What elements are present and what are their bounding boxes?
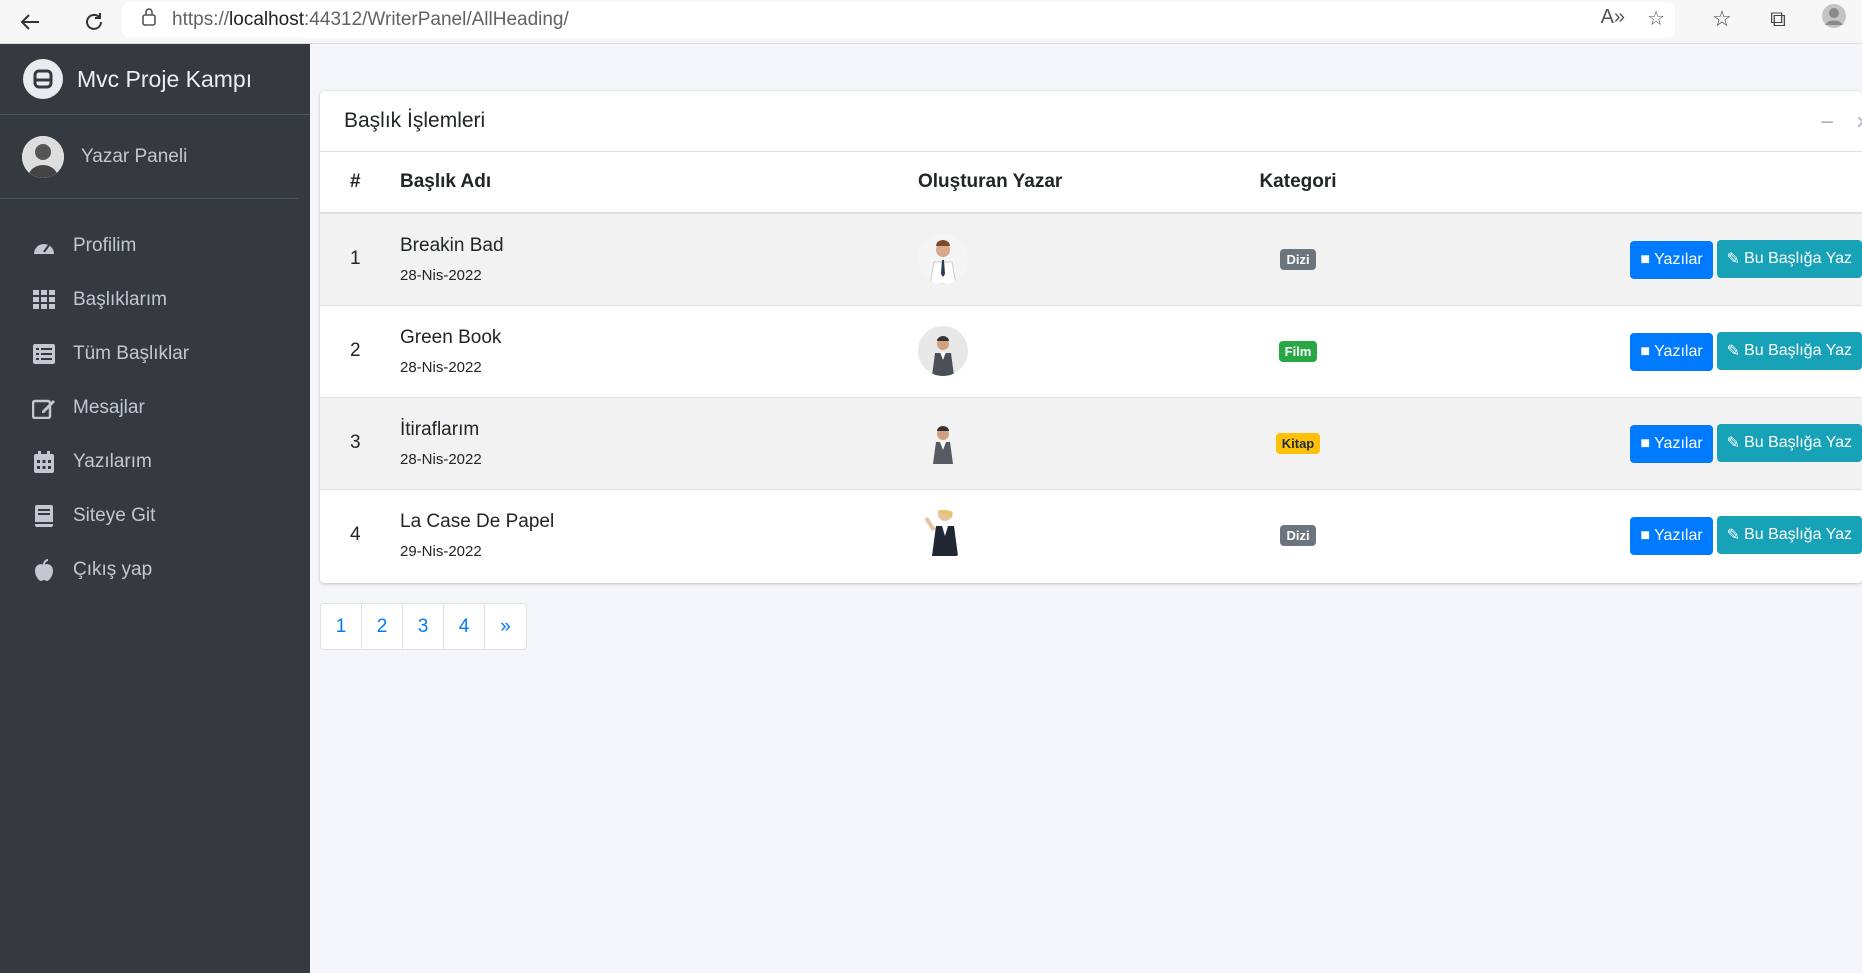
- heading-date: 28-Nis-2022: [400, 358, 482, 376]
- posts-button[interactable]: ■ Yazılar: [1630, 516, 1713, 555]
- calendar-icon: [31, 450, 57, 474]
- folder-icon: ■: [1640, 342, 1651, 360]
- pencil-icon: ✎: [1726, 342, 1741, 360]
- sidebar-item-label: Siteye Git: [73, 505, 156, 526]
- add-favorite-icon[interactable]: ☆: [1647, 6, 1665, 31]
- sidebar-item-basliklarim[interactable]: Başlıklarım: [0, 273, 310, 327]
- card-tools: − ×: [1820, 109, 1862, 137]
- sidebar-item-tum-basliklar[interactable]: Tüm Başlıklar: [0, 327, 310, 381]
- page-link-2[interactable]: 2: [362, 604, 403, 649]
- pencil-icon: ✎: [1726, 434, 1741, 452]
- page-link-next[interactable]: »: [485, 604, 526, 649]
- sidebar-item-label: Çıkış yap: [73, 559, 153, 580]
- user-panel[interactable]: Yazar Paneli: [0, 115, 298, 199]
- pencil-icon: ✎: [1726, 526, 1741, 544]
- favorites-icon[interactable]: ☆: [1694, 6, 1750, 32]
- sidebar-item-label: Yazılarım: [73, 451, 152, 472]
- heading-date: 29-Nis-2022: [400, 542, 482, 560]
- card-header: Başlık İşlemleri: [320, 91, 1862, 152]
- browser-toolbar: https://localhost:44312/WriterPanel/AllH…: [0, 0, 1862, 44]
- collections-icon[interactable]: ⧉: [1750, 6, 1806, 32]
- heading-date: 28-Nis-2022: [400, 450, 482, 468]
- headings-table: # Başlık Adı Oluşturan Yazar Kategori 1 …: [320, 152, 1862, 581]
- page-link-3[interactable]: 3: [403, 604, 444, 649]
- category-badge: Film: [1278, 341, 1318, 362]
- row-number: 1: [320, 212, 400, 305]
- write-heading-button[interactable]: ✎ Bu Başlığa Yaz: [1716, 331, 1862, 370]
- avatar: [22, 135, 64, 178]
- profile-icon[interactable]: [1806, 3, 1862, 35]
- page-link-1[interactable]: 1: [321, 604, 362, 649]
- address-bar[interactable]: https://localhost:44312/WriterPanel/AllH…: [122, 2, 1675, 38]
- write-heading-button[interactable]: ✎ Bu Başlığa Yaz: [1716, 239, 1862, 278]
- write-heading-button[interactable]: ✎ Bu Başlığa Yaz: [1716, 423, 1862, 462]
- heading-date: 28-Nis-2022: [400, 266, 482, 284]
- brand-link[interactable]: Mvc Proje Kampı: [0, 44, 310, 115]
- author-avatar: [918, 418, 968, 468]
- page-link-4[interactable]: 4: [444, 604, 485, 649]
- pagination: 1 2 3 4 »: [320, 603, 527, 650]
- sidebar-item-yazilarim[interactable]: Yazılarım: [0, 435, 310, 489]
- posts-button[interactable]: ■ Yazılar: [1630, 332, 1713, 371]
- brand-text: Mvc Proje Kampı: [77, 65, 253, 92]
- heading-title: Green Book: [400, 326, 502, 348]
- sidebar-item-cikis-yap[interactable]: Çıkış yap: [0, 543, 310, 597]
- user-name: Yazar Paneli: [81, 145, 188, 167]
- write-heading-button[interactable]: ✎ Bu Başlığa Yaz: [1716, 515, 1862, 554]
- heading-title: Breakin Bad: [400, 234, 504, 256]
- headings-card: Başlık İşlemleri − × # Başlık Adı Oluştu…: [320, 91, 1862, 583]
- pencil-icon: ✎: [1726, 250, 1741, 268]
- edit-icon: [31, 396, 57, 420]
- col-header-num: #: [320, 152, 400, 214]
- posts-button[interactable]: ■ Yazılar: [1630, 424, 1713, 463]
- brand-logo: [23, 59, 63, 99]
- book-icon: [31, 504, 57, 528]
- minimize-icon[interactable]: −: [1820, 109, 1834, 137]
- tachometer-icon: [31, 234, 57, 258]
- card-title: Başlık İşlemleri: [344, 109, 486, 132]
- author-avatar: [918, 234, 968, 285]
- row-number: 2: [320, 304, 400, 397]
- sidebar-item-mesajlar[interactable]: Mesajlar: [0, 381, 310, 435]
- url-prefix: https://: [172, 9, 230, 30]
- refresh-icon[interactable]: [74, 2, 114, 42]
- col-header-author: Oluşturan Yazar: [918, 152, 1198, 214]
- list-icon: [31, 342, 57, 366]
- heading-title: La Case De Papel: [400, 510, 555, 532]
- table-row: 3 İtiraflarım 28-Nis-2022 Kitap ■ Yazılar…: [320, 396, 1862, 489]
- sidebar-item-label: Profilim: [73, 235, 137, 256]
- category-badge: Kitap: [1275, 433, 1321, 454]
- category-badge: Dizi: [1280, 249, 1316, 271]
- author-avatar: [918, 510, 968, 560]
- folder-icon: ■: [1640, 250, 1651, 268]
- table-row: 1 Breakin Bad 28-Nis-2022 Dizi ■ Yazılar ✎…: [320, 212, 1862, 305]
- sidebar: Mvc Proje Kampı Yazar Paneli Profilim Ba…: [0, 44, 310, 973]
- col-header-title: Başlık Adı: [400, 152, 918, 214]
- close-icon[interactable]: ×: [1856, 109, 1862, 137]
- lock-icon: [142, 8, 156, 32]
- apple-icon: [31, 558, 57, 582]
- author-avatar: [918, 326, 968, 376]
- url-host: localhost: [229, 9, 305, 30]
- back-icon[interactable]: [10, 2, 50, 42]
- sidebar-item-siteye-git[interactable]: Siteye Git: [0, 489, 310, 543]
- sidebar-item-label: Mesajlar: [73, 397, 145, 418]
- url-rest: :44312/WriterPanel/AllHeading/: [304, 9, 569, 30]
- row-number: 4: [320, 488, 400, 581]
- grid-icon: [31, 288, 57, 312]
- posts-button[interactable]: ■ Yazılar: [1630, 240, 1713, 279]
- col-header-category: Kategori: [1198, 152, 1398, 214]
- table-row: 2 Green Book 28-Nis-2022 Film ■ Yazılar ✎ B…: [320, 304, 1862, 397]
- heading-title: İtiraflarım: [400, 418, 480, 440]
- folder-icon: ■: [1640, 434, 1651, 452]
- sidebar-item-label: Başlıklarım: [73, 289, 167, 310]
- table-row: 4 La Case De Papel 29-Nis-2022 Dizi ■ Yaz…: [320, 488, 1862, 581]
- folder-icon: ■: [1640, 526, 1651, 544]
- read-aloud-icon[interactable]: A»: [1601, 6, 1625, 31]
- sidebar-item-label: Tüm Başlıklar: [73, 343, 190, 364]
- sidebar-item-profilim[interactable]: Profilim: [0, 219, 310, 273]
- row-number: 3: [320, 396, 400, 489]
- sidebar-menu: Profilim Başlıklarım Tüm Başlıklar Mesaj…: [0, 199, 310, 597]
- category-badge: Dizi: [1280, 525, 1316, 547]
